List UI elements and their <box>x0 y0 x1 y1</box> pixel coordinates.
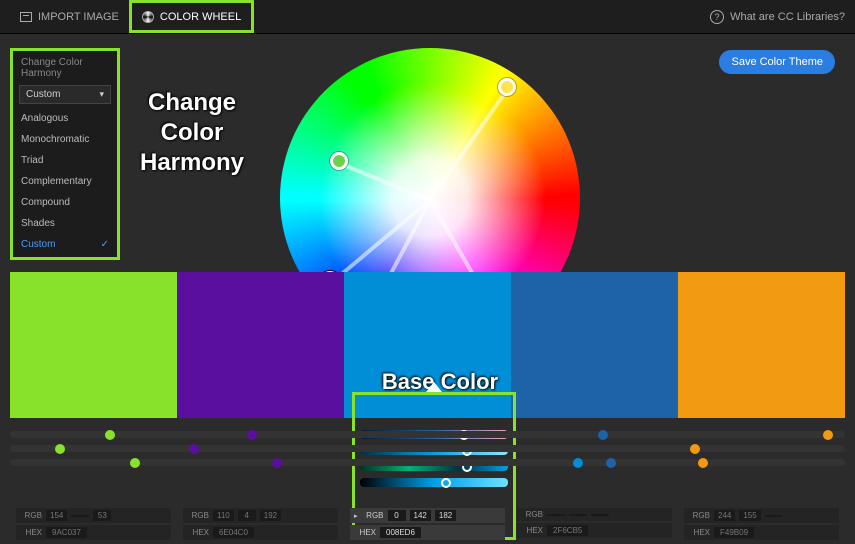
rgb-value[interactable]: 110 <box>213 510 234 521</box>
hex-value[interactable]: 2F6CB5 <box>547 525 588 536</box>
help-link[interactable]: ? What are CC Libraries? <box>710 10 845 24</box>
hex-row[interactable]: HEX F49B09 <box>684 525 839 540</box>
rgb-value[interactable]: 192 <box>260 510 281 521</box>
rgb-value[interactable]: 244 <box>714 510 735 521</box>
image-icon <box>20 12 32 22</box>
hex-row[interactable]: HEX 008ED6 <box>350 525 505 540</box>
mode-label: RGB <box>187 511 209 520</box>
harmony-title: Change Color Harmony <box>13 51 117 85</box>
color-readout: ▸ RGB 0 142 182 HEX 008ED6 <box>344 508 511 540</box>
tab-color-wheel[interactable]: COLOR WHEEL <box>129 0 254 33</box>
color-readout: RGB HEX 2F6CB5 <box>511 508 678 540</box>
triangle-right-icon: ▸ <box>354 512 358 520</box>
slider-handle[interactable] <box>55 444 65 454</box>
slider-handle[interactable] <box>698 458 708 468</box>
rgb-value[interactable]: 182 <box>435 510 456 521</box>
hex-label: HEX <box>521 526 543 535</box>
slider-handle[interactable] <box>573 458 583 468</box>
harmony-option-label: Custom <box>21 239 55 250</box>
slider-handle[interactable] <box>272 458 282 468</box>
harmony-panel: Change Color Harmony Custom ▾ Analogous … <box>10 48 120 260</box>
rgb-value[interactable]: 4 <box>238 510 256 521</box>
slider-handle[interactable] <box>130 458 140 468</box>
slider-handle[interactable] <box>690 444 700 454</box>
harmony-option-shades[interactable]: Shades <box>13 213 117 234</box>
rgb-row[interactable]: RGB <box>517 508 672 521</box>
rgb-row[interactable]: RGB 154 53 <box>16 508 171 523</box>
hex-value[interactable]: 6E04C0 <box>213 527 254 538</box>
wheel-handle[interactable] <box>330 152 348 170</box>
rgb-value[interactable]: 155 <box>739 510 760 521</box>
hex-value[interactable]: 008ED6 <box>380 527 421 538</box>
tab-label: COLOR WHEEL <box>160 11 241 23</box>
mode-label: RGB <box>362 511 384 520</box>
rgb-value[interactable] <box>591 514 609 516</box>
rgb-value[interactable]: 0 <box>388 510 406 521</box>
mode-label: RGB <box>20 511 42 520</box>
slider-handle[interactable] <box>606 458 616 468</box>
swatch-5[interactable] <box>678 272 845 418</box>
hex-row[interactable]: HEX 6E04C0 <box>183 525 338 540</box>
slider-track[interactable] <box>10 445 845 452</box>
rgb-row[interactable]: RGB 110 4 192 <box>183 508 338 523</box>
harmony-option-monochromatic[interactable]: Monochromatic <box>13 129 117 150</box>
swatch-1[interactable] <box>10 272 177 418</box>
check-icon: ✓ <box>101 239 109 250</box>
harmony-option-triad[interactable]: Triad <box>13 150 117 171</box>
harmony-selected: Custom <box>26 89 60 100</box>
color-readout: RGB 110 4 192 HEX 6E04C0 <box>177 508 344 540</box>
annotation-change-harmony: Change Color Harmony <box>132 88 252 178</box>
rgb-value[interactable] <box>765 515 783 517</box>
slider-handle[interactable] <box>823 430 833 440</box>
rgb-row[interactable]: RGB 244 155 <box>684 508 839 523</box>
base-slider-track[interactable] <box>360 478 508 487</box>
wheel-handle[interactable] <box>498 78 516 96</box>
harmony-select[interactable]: Custom ▾ <box>19 85 111 104</box>
value-readouts: RGB 154 53 HEX 9AC037 RGB 110 4 192 HEX 6E04C0 ▸ RGB… <box>10 508 845 540</box>
tab-label: IMPORT IMAGE <box>38 11 119 23</box>
rgb-value[interactable] <box>569 514 587 516</box>
hex-row[interactable]: HEX 2F6CB5 <box>517 523 672 538</box>
mode-label: RGB <box>688 511 710 520</box>
slider-track[interactable] <box>10 459 845 466</box>
top-bar: IMPORT IMAGE COLOR WHEEL ? What are CC L… <box>0 0 855 34</box>
swatch-4[interactable] <box>511 272 678 418</box>
hex-value[interactable]: F49B09 <box>714 527 754 538</box>
slider-handle[interactable] <box>598 430 608 440</box>
rgb-value[interactable]: 53 <box>93 510 111 521</box>
hex-label: HEX <box>187 528 209 537</box>
harmony-option-complementary[interactable]: Complementary <box>13 171 117 192</box>
harmony-option-compound[interactable]: Compound <box>13 192 117 213</box>
rgb-value[interactable] <box>71 515 89 517</box>
slider-handle[interactable] <box>105 430 115 440</box>
save-color-theme-button[interactable]: Save Color Theme <box>719 50 835 74</box>
chevron-down-icon: ▾ <box>99 89 104 100</box>
hex-value[interactable]: 9AC037 <box>46 527 87 538</box>
swatch-2[interactable] <box>177 272 344 418</box>
rgb-value[interactable] <box>547 514 565 516</box>
color-readout: RGB 154 53 HEX 9AC037 <box>10 508 177 540</box>
help-label: What are CC Libraries? <box>730 11 845 23</box>
hex-label: HEX <box>20 528 42 537</box>
triangle-up-icon <box>426 382 442 392</box>
rgb-value[interactable]: 154 <box>46 510 67 521</box>
slider-handle[interactable] <box>247 430 257 440</box>
global-sliders <box>10 424 845 473</box>
slider-handle[interactable] <box>189 444 199 454</box>
harmony-option-custom[interactable]: Custom ✓ <box>13 234 117 255</box>
question-icon: ? <box>710 10 724 24</box>
harmony-option-analogous[interactable]: Analogous <box>13 108 117 129</box>
color-readout: RGB 244 155 HEX F49B09 <box>678 508 845 540</box>
color-wheel-icon <box>142 11 154 23</box>
tab-import-image[interactable]: IMPORT IMAGE <box>10 0 129 33</box>
base-slider-handle[interactable] <box>441 478 451 488</box>
hex-label: HEX <box>354 528 376 537</box>
rgb-value[interactable]: 142 <box>410 510 431 521</box>
rgb-row[interactable]: ▸ RGB 0 142 182 <box>350 508 505 523</box>
hex-label: HEX <box>688 528 710 537</box>
hex-row[interactable]: HEX 9AC037 <box>16 525 171 540</box>
slider-track[interactable] <box>10 431 845 438</box>
mode-label: RGB <box>521 510 543 519</box>
